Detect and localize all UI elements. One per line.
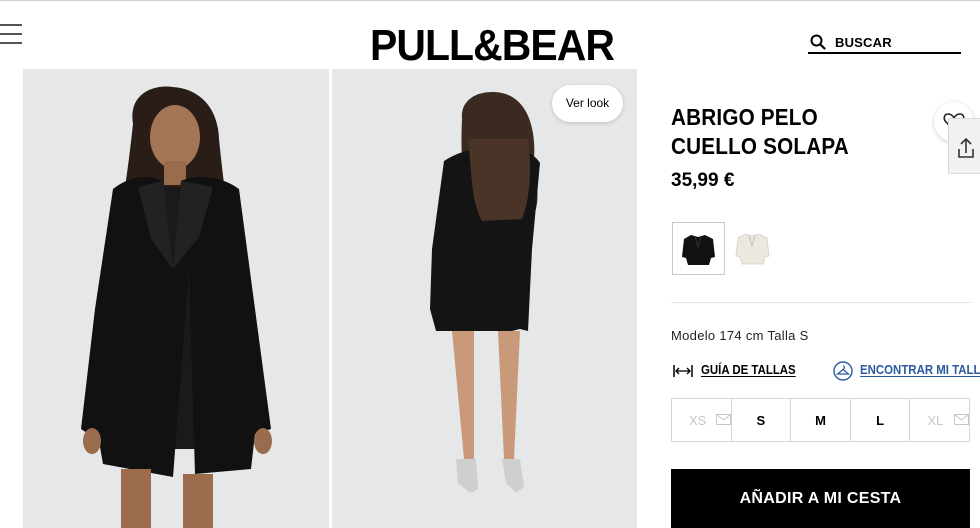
product-price: 35,99 €: [671, 170, 735, 191]
find-my-size-label: ENCONTRAR MI TALLA: [860, 362, 980, 377]
size-label: S: [756, 413, 766, 428]
size-label: M: [815, 413, 826, 428]
ruler-icon: [673, 365, 693, 377]
product-title: ABRIGO PELO CUELLO SOLAPA: [671, 104, 849, 159]
color-swatch-ecru[interactable]: [726, 222, 779, 275]
size-option-m[interactable]: M: [791, 399, 851, 441]
share-button[interactable]: [948, 118, 980, 174]
size-label: L: [876, 413, 885, 428]
size-guide-label: GUÍA DE TALLAS: [701, 362, 796, 377]
hanger-icon: [833, 361, 853, 381]
brand-logo[interactable]: PULL&BEAR: [370, 22, 615, 70]
model-back-illustration: [430, 92, 540, 493]
black-coat-thumbnail: [673, 223, 724, 274]
divider: [671, 302, 971, 303]
mail-notify-icon: [954, 414, 970, 425]
search-icon: [810, 34, 826, 50]
search-field[interactable]: BUSCAR: [808, 32, 961, 54]
size-selector: XS S M L XL: [671, 398, 970, 442]
size-option-xl[interactable]: XL: [910, 399, 970, 441]
product-photo-back[interactable]: [332, 69, 637, 528]
ecru-coat-thumbnail: [726, 222, 779, 275]
top-border: [0, 0, 980, 1]
product-photo-front[interactable]: [23, 69, 329, 528]
ver-look-button[interactable]: Ver look: [552, 85, 623, 122]
add-to-cart-button[interactable]: AÑADIR A MI CESTA: [671, 469, 970, 528]
mail-notify-icon: [716, 414, 731, 425]
menu-icon[interactable]: [0, 22, 24, 46]
search-label: BUSCAR: [835, 35, 892, 50]
size-label: XL: [927, 413, 944, 428]
size-option-l[interactable]: L: [851, 399, 911, 441]
share-icon: [958, 137, 974, 158]
size-label: XS: [689, 413, 707, 428]
model-info: Modelo 174 cm Talla S: [671, 328, 809, 343]
color-swatch-black[interactable]: [672, 222, 725, 275]
size-option-s[interactable]: S: [732, 399, 792, 441]
size-option-xs[interactable]: XS: [672, 399, 732, 441]
model-front-illustration: [81, 86, 272, 528]
